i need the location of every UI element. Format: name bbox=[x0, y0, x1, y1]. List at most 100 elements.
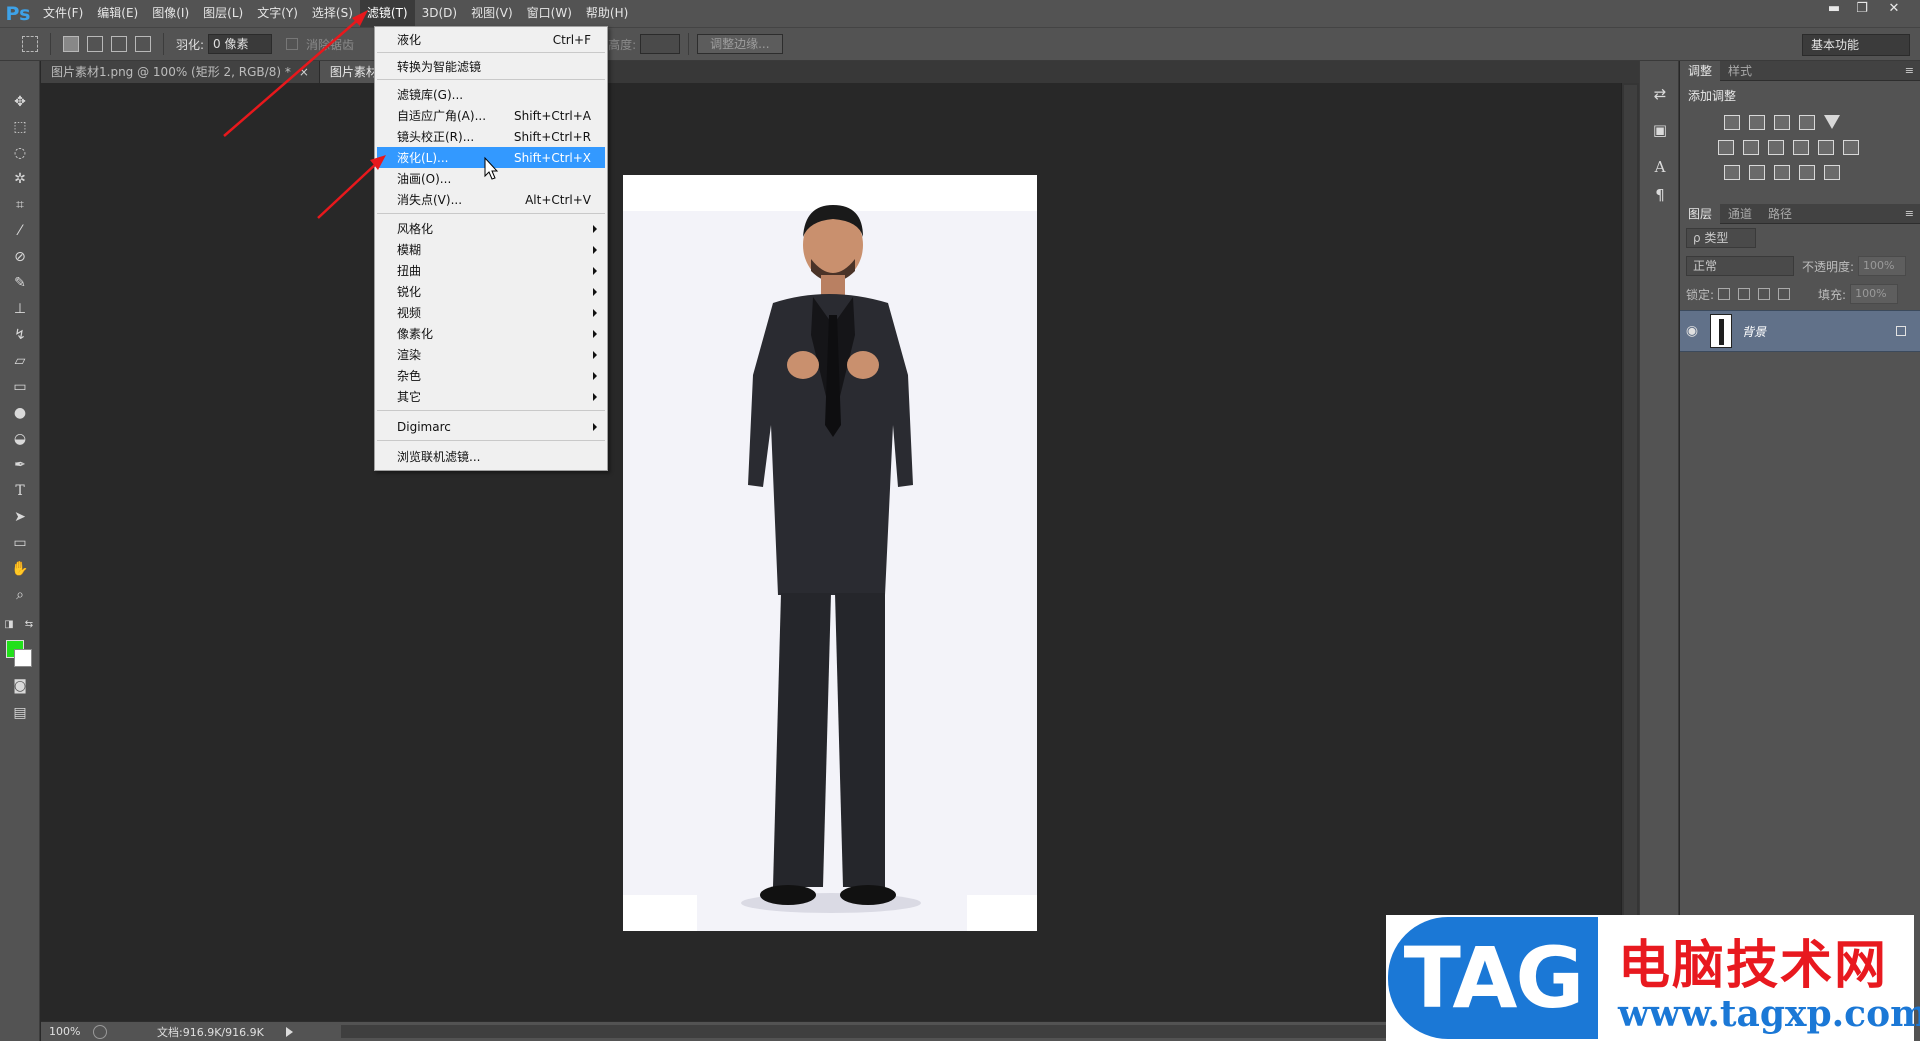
gradient-map-icon[interactable] bbox=[1824, 165, 1840, 180]
quick-mask-icon[interactable]: ◙ bbox=[8, 675, 32, 697]
feather-input[interactable]: 0 像素 bbox=[208, 34, 273, 54]
blend-mode-select[interactable]: 正常 bbox=[1686, 256, 1794, 276]
selective-color-icon[interactable] bbox=[1799, 165, 1815, 180]
lock-transparent-icon[interactable] bbox=[1718, 288, 1731, 300]
zoom-tool-icon[interactable]: ⌕ bbox=[8, 584, 32, 606]
invert-icon[interactable] bbox=[1724, 165, 1740, 180]
properties-panel-icon[interactable]: ▣ bbox=[1649, 119, 1671, 141]
menu-select[interactable]: 选择(S) bbox=[305, 0, 360, 27]
exposure-icon[interactable] bbox=[1799, 115, 1815, 130]
hand-tool-icon[interactable]: ✋ bbox=[8, 558, 32, 580]
brightness-contrast-icon[interactable] bbox=[1724, 115, 1740, 130]
menu-item-lens-correction[interactable]: 镜头校正(R)... Shift+Ctrl+R bbox=[377, 126, 605, 147]
rectangle-tool-icon[interactable]: ▭ bbox=[8, 532, 32, 554]
black-white-icon[interactable] bbox=[1768, 140, 1784, 155]
menu-item-digimarc[interactable]: Digimarc bbox=[377, 416, 605, 437]
vertical-scrollbar[interactable] bbox=[1621, 83, 1639, 1021]
marquee-tool-icon[interactable]: ⬚ bbox=[8, 116, 32, 138]
zoom-level[interactable]: 100% bbox=[41, 1025, 89, 1038]
levels-icon[interactable] bbox=[1749, 115, 1765, 130]
menu-item-noise[interactable]: 杂色 bbox=[377, 365, 605, 386]
menu-item-pixelate[interactable]: 像素化 bbox=[377, 323, 605, 344]
photo-filter-icon[interactable] bbox=[1793, 140, 1809, 155]
menu-3d[interactable]: 3D(D) bbox=[415, 0, 464, 27]
default-colors-icon[interactable]: ◨ bbox=[2, 618, 16, 632]
menu-item-blur[interactable]: 模糊 bbox=[377, 239, 605, 260]
screen-mode-icon[interactable]: ▤ bbox=[8, 702, 32, 724]
menu-item-browse-filters-online[interactable]: 浏览联机滤镜... bbox=[377, 446, 605, 467]
history-brush-tool-icon[interactable]: ↯ bbox=[8, 324, 32, 346]
crop-tool-icon[interactable]: ⌗ bbox=[8, 194, 32, 216]
layer-name[interactable]: 背景 bbox=[1742, 323, 1766, 340]
horizontal-scrollbar[interactable] bbox=[341, 1025, 1541, 1038]
move-tool-icon[interactable]: ✥ bbox=[8, 91, 32, 113]
status-menu-arrow-icon[interactable] bbox=[286, 1027, 293, 1037]
posterize-icon[interactable] bbox=[1749, 165, 1765, 180]
menu-type[interactable]: 文字(Y) bbox=[250, 0, 305, 27]
add-selection-icon[interactable] bbox=[87, 36, 103, 52]
opacity-input[interactable]: 100% bbox=[1858, 256, 1907, 276]
menu-item-vanishing-point[interactable]: 消失点(V)... Alt+Ctrl+V bbox=[377, 189, 605, 210]
layer-kind-filter[interactable]: ρ 类型 bbox=[1686, 228, 1756, 248]
lock-position-icon[interactable] bbox=[1758, 288, 1771, 300]
menu-window[interactable]: 窗口(W) bbox=[520, 0, 579, 27]
lock-image-icon[interactable] bbox=[1738, 288, 1751, 300]
menu-item-sharpen[interactable]: 锐化 bbox=[377, 281, 605, 302]
color-lookup-icon[interactable] bbox=[1843, 140, 1859, 155]
magic-wand-tool-icon[interactable]: ✲ bbox=[8, 168, 32, 190]
panel-menu-icon[interactable]: ≡ bbox=[1905, 64, 1914, 77]
type-tool-icon[interactable]: T bbox=[8, 480, 32, 502]
height-input[interactable] bbox=[640, 34, 681, 54]
close-icon[interactable]: × bbox=[299, 65, 309, 79]
tab-document-1[interactable]: 图片素材1.png @ 100% (矩形 2, RGB/8) * × bbox=[41, 61, 320, 83]
fill-input[interactable]: 100% bbox=[1850, 284, 1899, 304]
menu-filter[interactable]: 滤镜(T) bbox=[359, 0, 415, 27]
antialias-checkbox[interactable] bbox=[286, 38, 299, 50]
dodge-tool-icon[interactable]: ◒ bbox=[8, 428, 32, 450]
layer-row-background[interactable]: ◉ 背景 bbox=[1680, 310, 1920, 352]
hue-saturation-icon[interactable] bbox=[1718, 140, 1734, 155]
tab-styles[interactable]: 样式 bbox=[1720, 61, 1760, 81]
menu-help[interactable]: 帮助(H) bbox=[579, 0, 635, 27]
menu-item-adaptive-wide-angle[interactable]: 自适应广角(A)... Shift+Ctrl+A bbox=[377, 105, 605, 126]
menu-item-filter-gallery[interactable]: 滤镜库(G)... bbox=[377, 84, 605, 105]
workspace-select[interactable]: 基本功能 bbox=[1802, 34, 1910, 56]
tab-layers[interactable]: 图层 bbox=[1680, 203, 1721, 224]
document-canvas[interactable] bbox=[623, 175, 1037, 931]
healing-brush-tool-icon[interactable]: ⊘ bbox=[8, 246, 32, 268]
menu-file[interactable]: 文件(F) bbox=[36, 0, 90, 27]
minimize-button[interactable]: ▬ bbox=[1820, 0, 1848, 18]
menu-item-last-filter[interactable]: 液化 Ctrl+F bbox=[377, 29, 605, 50]
paragraph-panel-icon[interactable]: ¶ bbox=[1649, 184, 1671, 206]
menu-item-convert-smart-filters[interactable]: 转换为智能滤镜 bbox=[377, 56, 605, 77]
menu-image[interactable]: 图像(I) bbox=[145, 0, 196, 27]
tab-channels[interactable]: 通道 bbox=[1720, 204, 1760, 224]
lasso-tool-icon[interactable]: ◌ bbox=[8, 142, 32, 164]
gradient-tool-icon[interactable]: ▭ bbox=[8, 376, 32, 398]
pen-tool-icon[interactable]: ✒ bbox=[8, 454, 32, 476]
intersect-selection-icon[interactable] bbox=[135, 36, 151, 52]
refine-edge-button[interactable]: 调整边缘... bbox=[697, 34, 783, 54]
path-selection-tool-icon[interactable]: ➤ bbox=[8, 506, 32, 528]
menu-item-render[interactable]: 渲染 bbox=[377, 344, 605, 365]
panel-menu-icon[interactable]: ≡ bbox=[1905, 207, 1914, 220]
lock-all-icon[interactable] bbox=[1778, 288, 1791, 300]
eraser-tool-icon[interactable]: ▱ bbox=[8, 350, 32, 372]
tab-adjustments[interactable]: 调整 bbox=[1680, 60, 1721, 81]
tab-paths[interactable]: 路径 bbox=[1760, 204, 1800, 224]
menu-item-distort[interactable]: 扭曲 bbox=[377, 260, 605, 281]
threshold-icon[interactable] bbox=[1774, 165, 1790, 180]
vibrance-icon[interactable] bbox=[1824, 115, 1840, 129]
subtract-selection-icon[interactable] bbox=[111, 36, 127, 52]
new-selection-icon[interactable] bbox=[63, 36, 79, 52]
menu-layer[interactable]: 图层(L) bbox=[196, 0, 250, 27]
character-panel-icon[interactable]: A bbox=[1649, 156, 1671, 178]
clone-stamp-tool-icon[interactable]: ⊥ bbox=[8, 298, 32, 320]
curves-icon[interactable] bbox=[1774, 115, 1790, 130]
menu-item-stylize[interactable]: 风格化 bbox=[377, 218, 605, 239]
menu-item-other[interactable]: 其它 bbox=[377, 386, 605, 407]
background-color-swatch[interactable] bbox=[14, 649, 32, 667]
visibility-eye-icon[interactable]: ◉ bbox=[1680, 323, 1704, 339]
channel-mixer-icon[interactable] bbox=[1818, 140, 1834, 155]
menu-item-video[interactable]: 视频 bbox=[377, 302, 605, 323]
